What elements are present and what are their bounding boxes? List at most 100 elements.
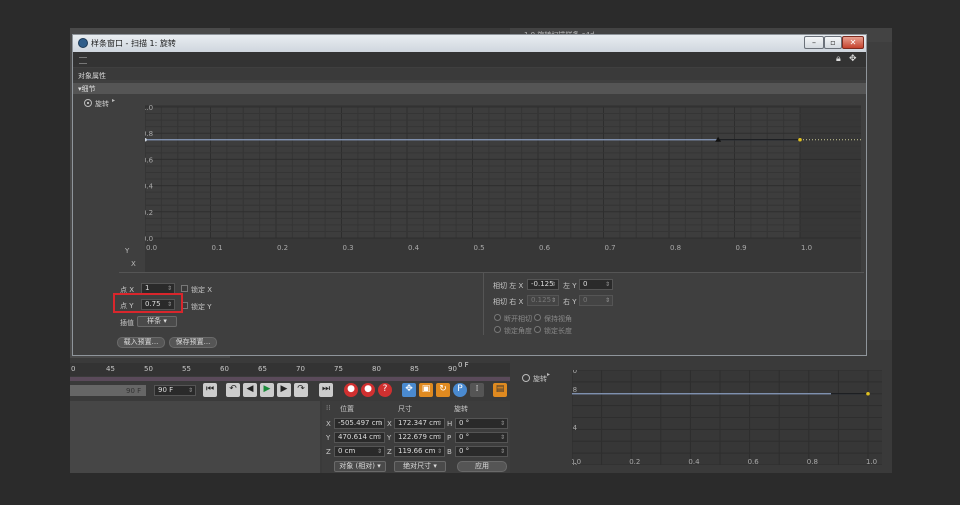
apply-button[interactable]: 应用 [457,461,507,472]
record-icon[interactable]: ● [344,383,358,397]
axis-label: P [447,434,452,442]
right-strip [867,42,892,362]
title-bar[interactable] [73,35,866,52]
spline-graph-canvas[interactable]: 1.0 0.8 0.6 0.4 0.2 0.00.0 0.1 0.2 0.3 0.4 0.5 0.6 0… [145,105,861,272]
lock-length-checkbox[interactable] [534,326,541,333]
x-tick-label: 0.4 [408,244,420,252]
frame-field[interactable]: 90 F ⇕ [154,385,196,396]
pos-z-field[interactable]: 0 cm ⇕ [334,446,385,457]
load-preset-button[interactable]: 载入预置... [117,337,165,348]
tan-left-x-field[interactable]: -0.125 ⇕ [527,279,559,290]
axis-label: Y [387,434,392,442]
rp-x-tick-label: 0.4 [688,458,700,465]
ruler-label: 45 [106,365,115,373]
step-back-icon[interactable]: ◀ [243,383,257,397]
lock-length-label: 锁定长度 [544,327,572,335]
autokey-icon[interactable]: ● [361,383,375,397]
size-mode-value: 绝对尺寸 [403,462,432,470]
film-icon[interactable]: ▤ [493,383,507,397]
details-section-label: ▾细节 [78,85,96,93]
tan-left-y-label: 左 Y [563,282,577,290]
rot-p-value: 0 ° [459,433,470,441]
move-key-icon[interactable]: ✥ [402,383,416,397]
save-preset-button[interactable]: 保存预置... [169,337,217,348]
goto-end-icon[interactable]: ⏭ [319,383,333,397]
tan-left-x-label: 相切 左 X [493,282,524,290]
step-forward-icon[interactable]: ▶ [277,383,291,397]
restore-button[interactable]: ▫ [824,36,842,49]
tan-left-y-value: 0 [583,280,588,288]
move-icon[interactable]: ✥ [849,54,857,64]
tan-right-y-value: 0 [583,296,588,304]
grid-key-icon[interactable]: ⁞ [470,383,484,397]
lock-x-checkbox[interactable] [181,285,188,292]
y-tick-label: 1.0 [145,105,153,112]
ruler-label: 80 [372,365,381,373]
scale-key-icon[interactable]: ▣ [419,383,433,397]
lock-y-label: 锁定 Y [191,303,212,311]
grip-icon[interactable] [79,57,87,64]
ruler-label: 50 [144,365,153,373]
lock-x-label: 锁定 X [191,286,213,294]
frame-range-slider[interactable]: 90 F [70,385,146,396]
minimize-button[interactable]: – [804,36,824,49]
frame-field-value: 90 F [158,386,174,394]
rotate-key-icon[interactable]: ↻ [436,383,450,397]
timeline-track[interactable] [70,377,510,381]
y-tick-label: 0.8 [145,130,153,138]
next-key-icon[interactable]: ↷ [294,383,308,397]
param-radio[interactable] [522,374,530,382]
ruler-label: 85 [410,365,419,373]
close-button[interactable]: ✕ [842,36,864,49]
rp-x-tick-label: 0.2 [629,458,640,465]
toolbar [73,52,866,67]
interp-dropdown[interactable]: 样条 ▾ [137,316,177,327]
object-properties-label: 对象属性 [78,72,106,80]
size-x-value: 172.347 cm [398,419,440,427]
axis-label: B [447,448,452,456]
details-section-header[interactable] [73,83,866,94]
prev-key-icon[interactable]: ↶ [226,383,240,397]
pos-y-field[interactable]: 470.614 cm ⇕ [334,432,385,443]
coord-mode-dropdown[interactable]: 对象 (相对) ▾ [334,461,386,472]
size-y-field[interactable]: 122.679 cm ⇕ [394,432,445,443]
expand-arrow-icon[interactable]: ▸ [112,97,115,104]
highlight-box [113,293,183,313]
axis-label: X [326,420,331,428]
separator [119,272,864,273]
size-mode-dropdown[interactable]: 绝对尺寸 ▾ [394,461,446,472]
keep-angle-checkbox[interactable] [534,314,541,321]
x-tick-label: 0.3 [343,244,354,252]
rot-p-field[interactable]: 0 ° ⇕ [455,432,508,443]
pos-x-field[interactable]: -505.497 cm ⇕ [334,418,385,429]
size-z-value: 119.66 cm [398,447,436,455]
size-x-field[interactable]: 172.347 cm ⇕ [394,418,445,429]
tan-right-x-field[interactable]: 0.125 ⇕ [527,295,559,306]
rot-b-field[interactable]: 0 ° ⇕ [455,446,508,457]
rp-y-tick-label: 1.0 [572,370,577,375]
axis-label: X [387,420,392,428]
size-header: 尺寸 [398,405,412,413]
ruler-label: 70 [296,365,305,373]
goto-start-icon[interactable]: ⏮ [203,383,217,397]
lock-icon[interactable]: 🔒︎ [836,54,841,64]
current-frame-label: 0 F [458,361,469,369]
pos-x-value: -505.497 cm [338,419,383,427]
play-icon[interactable]: ▶ [260,383,274,397]
right-spline-graph[interactable]: 0.00.20.40.60.81.01.00.80.40.0 [572,370,882,465]
break-tangents-label: 断开相切 [504,315,532,323]
size-z-field[interactable]: 119.66 cm ⇕ [394,446,445,457]
spline-graph[interactable]: 1.0 0.8 0.6 0.4 0.2 0.00.0 0.1 0.2 0.3 0.4 0.5 0.6 0… [145,105,861,272]
size-y-value: 122.679 cm [398,433,440,441]
tan-right-y-field[interactable]: 0 ⇕ [579,295,613,306]
window-title: 样条窗口 - 扫描 1: 旋转 [91,39,176,48]
param-key-icon[interactable]: P [453,383,467,397]
keyframe-help-icon[interactable]: ? [378,383,392,397]
tan-left-y-field[interactable]: 0 ⇕ [579,279,613,290]
lock-angle-checkbox[interactable] [494,326,501,333]
rotation-radio[interactable] [84,99,92,107]
right-graph-canvas[interactable]: 0.00.20.40.60.81.01.00.80.40.0 [572,370,882,465]
timeline-ruler[interactable]: 0 45 50 55 60 65 70 75 80 85 90 0 F [70,361,510,376]
rot-h-field[interactable]: 0 ° ⇕ [455,418,508,429]
break-tangents-checkbox[interactable] [494,314,501,321]
